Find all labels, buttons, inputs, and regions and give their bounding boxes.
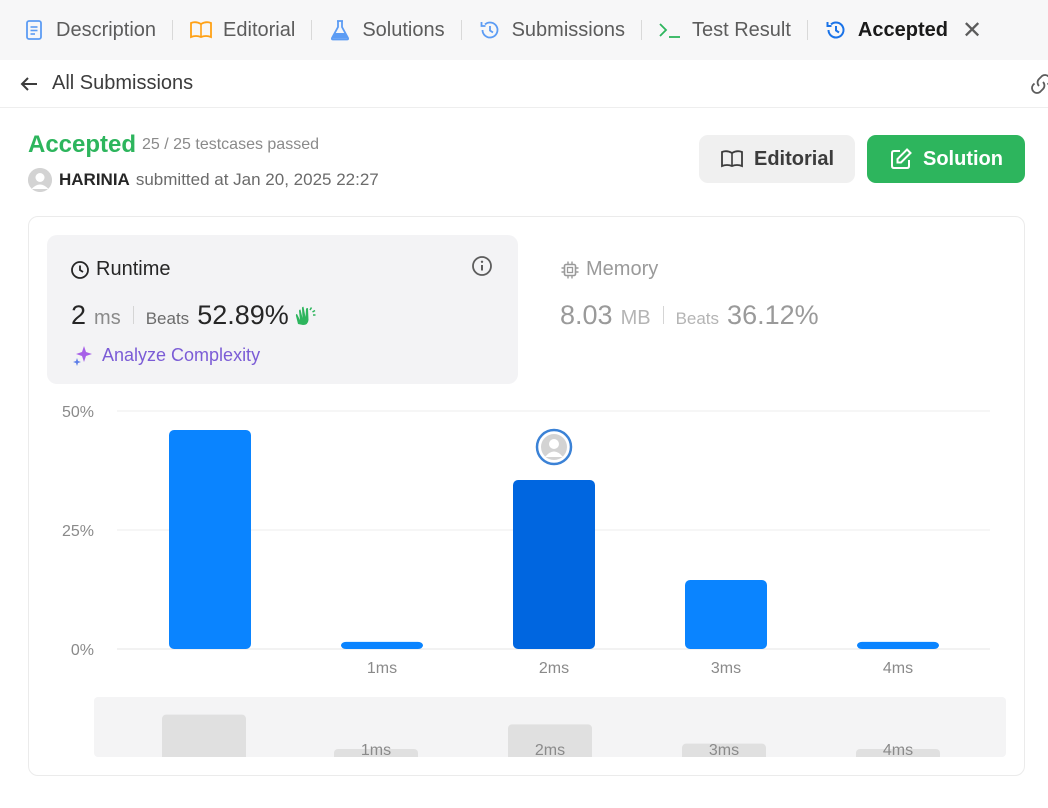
sparkle-icon <box>73 346 92 366</box>
chip-icon <box>561 261 579 278</box>
solution-button-label: Solution <box>923 147 1003 170</box>
editorial-button[interactable]: Editorial <box>699 135 855 183</box>
back-arrow-icon[interactable] <box>18 73 40 95</box>
bar[interactable] <box>169 430 251 649</box>
tab-bar: Description Editorial Solutions Submissi… <box>0 0 1048 60</box>
tab-divider <box>640 20 642 40</box>
runtime-value-row: 2 ms Beats 52.89% <box>71 300 317 331</box>
tab-label: Editorial <box>223 18 296 41</box>
runtime-title-label: Runtime <box>96 258 171 280</box>
history-icon <box>478 18 502 42</box>
divider <box>132 306 134 324</box>
analyze-complexity-label: Analyze Complexity <box>102 344 261 365</box>
tab-accepted[interactable]: Accepted ✕ <box>820 0 986 60</box>
link-icon[interactable] <box>1028 72 1048 96</box>
runtime-beats-label: Beats <box>145 309 190 328</box>
testcases-passed: 25 / 25 testcases passed <box>142 136 319 153</box>
divider <box>662 306 664 324</box>
all-submissions-link[interactable]: All Submissions <box>52 72 193 95</box>
memory-value: 8.03 <box>560 300 613 330</box>
runtime-value: 2 <box>71 300 87 330</box>
tab-divider <box>311 20 313 40</box>
y-tick-label: 25% <box>62 523 94 540</box>
runtime-unit: ms <box>94 307 121 329</box>
editorial-button-label: Editorial <box>753 147 834 170</box>
tab-label: Submissions <box>511 18 625 41</box>
tab-test-result[interactable]: Test Result <box>654 0 795 60</box>
runtime-title: Runtime <box>70 258 170 281</box>
y-tick-label: 50% <box>62 404 94 421</box>
tab-label: Solutions <box>362 18 445 41</box>
bar[interactable] <box>685 579 767 649</box>
navigator-label: 2ms <box>535 742 565 757</box>
book-icon <box>189 18 213 42</box>
x-tick-label: 3ms <box>711 660 741 677</box>
edit-icon <box>891 148 912 169</box>
tab-label: Accepted <box>857 18 948 41</box>
clock-icon <box>71 260 89 279</box>
x-tick-label: 1ms <box>367 660 397 677</box>
info-icon[interactable] <box>471 255 493 277</box>
solution-button[interactable]: Solution <box>867 135 1025 183</box>
tab-divider <box>460 20 462 40</box>
bar[interactable] <box>513 480 595 649</box>
memory-unit: MB <box>620 307 651 329</box>
book-icon <box>721 150 743 168</box>
navigator-bar <box>162 714 246 757</box>
runtime-beats-percent: 52.89% <box>197 300 289 330</box>
submission-subheader: All Submissions <box>0 60 1048 108</box>
avatar[interactable] <box>28 168 52 192</box>
chart-range-navigator[interactable]: 1ms 2ms 3ms 4ms <box>94 697 1006 757</box>
flask-icon <box>328 18 352 42</box>
navigator-label: 1ms <box>361 742 391 757</box>
tab-submissions[interactable]: Submissions <box>474 0 629 60</box>
memory-title[interactable]: Memory <box>560 258 658 281</box>
tab-description[interactable]: Description <box>18 0 160 60</box>
navigator-label: 3ms <box>709 742 739 757</box>
y-tick-label: 0% <box>71 642 94 659</box>
submitter-info: HARINIA submitted at Jan 20, 2025 22:27 <box>28 168 379 192</box>
description-icon <box>22 18 46 42</box>
username[interactable]: HARINIA <box>59 170 130 190</box>
tab-divider <box>172 20 174 40</box>
clapping-hands-icon <box>295 306 316 325</box>
analyze-complexity-link[interactable]: Analyze Complexity <box>72 344 260 366</box>
bar[interactable] <box>857 641 939 649</box>
submission-status: Accepted <box>28 131 137 158</box>
submitted-time: submitted at Jan 20, 2025 22:27 <box>135 170 379 189</box>
tab-editorial[interactable]: Editorial <box>185 0 299 60</box>
memory-title-label: Memory <box>586 258 659 280</box>
bar[interactable] <box>341 641 423 649</box>
tab-label: Test Result <box>691 18 791 41</box>
runtime-distribution-chart[interactable]: 0% 25% 50% 1ms 2ms 3ms 4ms <box>40 395 1010 695</box>
tab-label: Description <box>56 18 157 41</box>
x-tick-label: 2ms <box>539 660 569 677</box>
history-icon <box>824 18 848 42</box>
tab-divider <box>806 20 808 40</box>
terminal-icon <box>658 18 682 42</box>
x-tick-label: 4ms <box>883 660 913 677</box>
memory-beats-label: Beats <box>675 309 720 328</box>
navigator-label: 4ms <box>883 742 913 757</box>
memory-beats-percent: 36.12% <box>727 300 819 330</box>
your-submission-marker <box>535 428 573 466</box>
tab-solutions[interactable]: Solutions <box>324 0 448 60</box>
close-icon[interactable]: ✕ <box>962 16 982 45</box>
memory-value-row: 8.03 MB Beats 36.12% <box>560 300 819 331</box>
